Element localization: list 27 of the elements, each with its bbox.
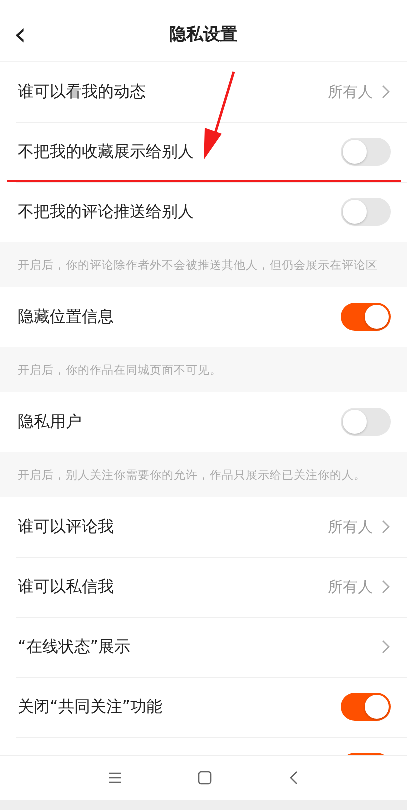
toggle-switch[interactable] (341, 138, 391, 166)
toggle-switch[interactable] (341, 303, 391, 331)
setting-value[interactable]: 所有人 (328, 516, 373, 538)
chevron-icon[interactable] (381, 84, 391, 100)
setting-label: 隐私用户 (18, 411, 82, 433)
setting-label: 谁可以看我的动态 (18, 81, 146, 103)
page-title: 隐私设置 (170, 24, 238, 47)
setting-label: “在线状态”展示 (18, 636, 131, 658)
toggle-switch[interactable] (341, 408, 391, 436)
chevron-icon[interactable] (381, 579, 391, 595)
back-button[interactable]: ‹ (10, 18, 31, 50)
setting-label: 谁可以私信我 (18, 576, 114, 598)
chevron-icon[interactable] (381, 639, 391, 655)
hint-text: 开启后，别人关注你需要你的允许，作品只展示给已关注你的人。 (18, 468, 366, 482)
setting-label: 谁可以评论我 (18, 516, 114, 538)
chevron-icon[interactable] (381, 519, 391, 535)
setting-label: 隐藏位置信息 (18, 306, 114, 328)
hint-text: 开启后，你的作品在同城页面不可见。 (18, 363, 222, 377)
hint-text: 开启后，你的评论除作者外不会被推送其他人，但仍会展示在评论区 (18, 258, 378, 272)
setting-value[interactable]: 所有人 (328, 576, 373, 598)
toggle-switch[interactable] (341, 693, 391, 721)
setting-label: 不把我的收藏展示给别人 (18, 141, 194, 163)
toggle-switch[interactable] (341, 198, 391, 226)
setting-value[interactable]: 所有人 (328, 80, 373, 104)
home-icon[interactable] (196, 769, 214, 787)
setting-label: 不把我的评论推送给别人 (18, 201, 194, 223)
setting-label: 关闭“共同关注”功能 (18, 696, 163, 718)
